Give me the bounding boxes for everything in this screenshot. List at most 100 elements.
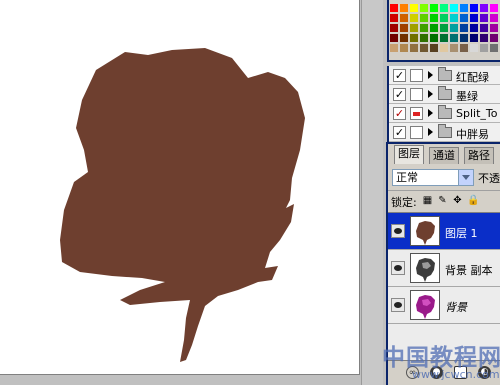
color-swatch[interactable] <box>450 14 459 23</box>
document-canvas[interactable] <box>0 0 360 375</box>
color-swatch[interactable] <box>440 14 449 23</box>
color-swatch[interactable] <box>460 34 469 43</box>
expand-arrow-icon[interactable] <box>428 109 433 117</box>
color-swatch[interactable] <box>480 14 489 23</box>
dialog-toggle[interactable] <box>410 107 423 120</box>
toggle-check[interactable]: ✓ <box>393 88 406 101</box>
expand-arrow-icon[interactable] <box>428 128 433 136</box>
color-swatch[interactable] <box>410 34 419 43</box>
layer-row-background[interactable]: 背景 <box>388 287 500 324</box>
color-swatch[interactable] <box>450 24 459 33</box>
color-swatch[interactable] <box>430 34 439 43</box>
color-swatch[interactable] <box>390 24 399 33</box>
lock-all-icon[interactable]: 🔒 <box>467 195 479 206</box>
color-swatch[interactable] <box>440 44 449 53</box>
color-swatch[interactable] <box>440 34 449 43</box>
expand-arrow-icon[interactable] <box>428 71 433 79</box>
tab-layers[interactable]: 图层 <box>394 145 424 164</box>
visibility-eye-icon[interactable] <box>391 261 405 275</box>
swatch-grid[interactable] <box>390 0 499 58</box>
action-row[interactable]: ✓ 中胖易 <box>389 123 500 142</box>
visibility-eye-icon[interactable] <box>391 224 405 238</box>
color-swatch[interactable] <box>480 34 489 43</box>
color-swatch[interactable] <box>480 24 489 33</box>
color-swatch[interactable] <box>410 24 419 33</box>
color-swatch[interactable] <box>490 24 499 33</box>
layer-row-layer1[interactable]: 图层 1 <box>388 213 500 250</box>
color-swatch[interactable] <box>440 4 449 13</box>
toggle-check[interactable]: ✓ <box>393 69 406 82</box>
color-swatch[interactable] <box>420 14 429 23</box>
folder-icon <box>438 124 452 138</box>
color-swatch[interactable] <box>450 44 459 53</box>
color-swatch[interactable] <box>420 4 429 13</box>
color-swatch[interactable] <box>450 34 459 43</box>
color-swatch[interactable] <box>470 4 479 13</box>
color-swatch[interactable] <box>460 14 469 23</box>
tab-channels[interactable]: 通道 <box>429 147 459 164</box>
toggle-check[interactable]: ✓ <box>393 107 406 120</box>
color-swatch[interactable] <box>420 44 429 53</box>
color-swatch[interactable] <box>470 24 479 33</box>
color-swatch[interactable] <box>430 44 439 53</box>
blend-mode-select[interactable]: 正常 <box>392 169 474 186</box>
chevron-down-icon[interactable] <box>458 170 473 185</box>
color-swatch[interactable] <box>460 44 469 53</box>
action-row[interactable]: ✓ 墨绿 <box>389 85 500 104</box>
color-swatch[interactable] <box>430 4 439 13</box>
panel-tabs: 图层 通道 路径 <box>388 144 500 164</box>
tab-paths[interactable]: 路径 <box>464 147 494 164</box>
color-swatch[interactable] <box>420 24 429 33</box>
action-row[interactable]: ✓ Split_To <box>389 104 500 123</box>
toggle-check[interactable]: ✓ <box>393 126 406 139</box>
color-swatch[interactable] <box>480 4 489 13</box>
expand-arrow-icon[interactable] <box>428 90 433 98</box>
color-swatch[interactable] <box>490 4 499 13</box>
color-swatch[interactable] <box>400 24 409 33</box>
dialog-toggle[interactable] <box>410 88 423 101</box>
color-swatch[interactable] <box>410 14 419 23</box>
color-swatch[interactable] <box>460 24 469 33</box>
lock-position-icon[interactable]: ✥ <box>452 195 463 206</box>
color-swatch[interactable] <box>460 4 469 13</box>
color-swatch[interactable] <box>390 4 399 13</box>
adjustment-icon[interactable]: ◐ <box>478 366 491 379</box>
color-swatch[interactable] <box>490 34 499 43</box>
color-swatch[interactable] <box>400 4 409 13</box>
link-icon[interactable]: ∞ <box>406 366 419 379</box>
dialog-toggle[interactable] <box>410 126 423 139</box>
folder-icon <box>438 67 452 81</box>
layer-name[interactable]: 背景 副本 <box>445 262 493 278</box>
lock-transparency-icon[interactable]: ▦ <box>422 195 433 206</box>
color-swatch[interactable] <box>410 4 419 13</box>
color-swatch[interactable] <box>390 34 399 43</box>
color-swatch[interactable] <box>420 34 429 43</box>
color-swatch[interactable] <box>430 14 439 23</box>
layer-row-background-copy[interactable]: 背景 副本 <box>388 250 500 287</box>
layer-name[interactable]: 图层 1 <box>445 225 478 241</box>
color-swatch[interactable] <box>490 14 499 23</box>
layer-name[interactable]: 背景 <box>445 299 467 315</box>
color-swatch[interactable] <box>470 44 479 53</box>
color-swatch[interactable] <box>430 24 439 33</box>
color-swatch[interactable] <box>400 14 409 23</box>
dialog-toggle[interactable] <box>410 69 423 82</box>
canvas-scroll-strip[interactable] <box>361 0 383 385</box>
color-swatch[interactable] <box>470 34 479 43</box>
fx-icon[interactable]: ● <box>430 366 443 379</box>
action-row[interactable]: ✓ 红配绿 <box>389 66 500 85</box>
color-swatch[interactable] <box>440 24 449 33</box>
folder-icon <box>438 86 452 100</box>
color-swatch[interactable] <box>410 44 419 53</box>
color-swatch[interactable] <box>400 34 409 43</box>
color-swatch[interactable] <box>470 14 479 23</box>
color-swatch[interactable] <box>390 44 399 53</box>
color-swatch[interactable] <box>480 44 489 53</box>
visibility-eye-icon[interactable] <box>391 298 405 312</box>
color-swatch[interactable] <box>490 44 499 53</box>
mask-icon[interactable] <box>454 366 467 379</box>
color-swatch[interactable] <box>400 44 409 53</box>
color-swatch[interactable] <box>390 14 399 23</box>
lock-pixels-icon[interactable]: ✎ <box>437 195 448 206</box>
color-swatch[interactable] <box>450 4 459 13</box>
